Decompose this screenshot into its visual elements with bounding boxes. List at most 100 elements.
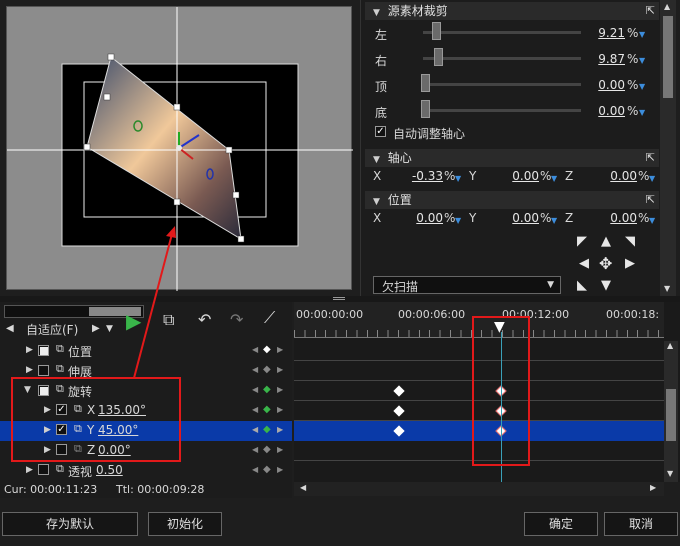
expand-icon[interactable]: ▶ — [26, 345, 33, 355]
crop-right-value[interactable]: 9.87 — [585, 52, 625, 66]
export-icon[interactable]: ⇱ — [646, 191, 655, 209]
arrow-right-icon[interactable]: ▶ — [92, 323, 100, 334]
ok-button[interactable]: 确定 — [524, 512, 598, 536]
chevron-down-icon: ▼ — [547, 280, 554, 290]
auto-pivot-check[interactable]: ✓ — [375, 126, 386, 137]
property-panel[interactable]: ▼ 源素材裁剪 ⇱ 左 9.21 % ▼ 右 9.87 % ▼ 顶 0.00 %… — [360, 0, 660, 296]
direction-pad[interactable]: ◤ ▲ ◥ ◀ ✥ ▶ ◣ ▼ — [575, 234, 645, 296]
property-scrollbar[interactable]: ▲ ▼ — [660, 0, 676, 296]
auto-pivot-checkbox[interactable]: ✓ 自动调整轴心 — [375, 124, 575, 142]
keyframe-track-icon: ⧉ — [56, 362, 64, 375]
spin-arrow-icon[interactable]: ▼ — [455, 216, 461, 225]
save-default-button[interactable]: 存为默认 — [2, 512, 138, 536]
preview-overlay — [7, 7, 353, 291]
spin-arrow-icon[interactable]: ▼ — [639, 82, 645, 91]
position-x-value[interactable]: 0.00 — [387, 211, 443, 225]
spin-arrow-icon[interactable]: ▼ — [551, 174, 557, 183]
crop-bottom-slider[interactable] — [423, 109, 581, 112]
scroll-down-icon[interactable]: ▼ — [664, 284, 670, 293]
section-crop-header[interactable]: ▼ 源素材裁剪 ⇱ — [365, 2, 659, 20]
undo-icon[interactable]: ↶ — [198, 310, 211, 329]
preview-panel[interactable] — [0, 0, 355, 296]
center-icon[interactable]: ✥ — [599, 254, 612, 273]
crop-row-left[interactable]: 左 9.21 % ▼ — [375, 22, 659, 44]
position-y-value[interactable]: 0.00 — [483, 211, 539, 225]
perspective-value[interactable]: 0.50 — [96, 463, 123, 477]
fit-dropdown[interactable]: ◀ 自适应(F) ▶ ▼ — [2, 321, 116, 339]
expand-icon[interactable]: ▶ — [26, 465, 33, 475]
crop-bottom-value[interactable]: 0.00 — [585, 104, 625, 118]
crop-right-thumb[interactable] — [434, 48, 443, 66]
crop-top-slider[interactable] — [423, 83, 581, 86]
next-keyframe-icon[interactable]: ▶ — [277, 345, 283, 354]
arrow-down-left-icon[interactable]: ◣ — [577, 278, 587, 293]
track-row[interactable]: ▶ ⧉ 透视 0.50 ◀ ◆ ▶ — [0, 461, 292, 481]
crop-left-slider[interactable] — [423, 31, 581, 34]
zoom-bar[interactable] — [4, 305, 144, 318]
section-pivot-title: 轴心 — [387, 151, 412, 165]
position-z-value[interactable]: 0.00 — [579, 211, 637, 225]
arrow-left-icon[interactable]: ◀ — [6, 323, 14, 334]
scan-dropdown[interactable]: 欠扫描 ▼ — [373, 276, 561, 294]
graph-icon[interactable]: ⟋ — [264, 308, 275, 328]
timeline-panel[interactable]: 00:00:00:00 00:00:06:00 00:00:12:00 00:0… — [294, 302, 680, 482]
play-button[interactable]: ▶ — [126, 310, 146, 332]
redo-icon[interactable]: ↷ — [230, 310, 243, 329]
spin-arrow-icon[interactable]: ▼ — [639, 108, 645, 117]
chevron-down-icon[interactable]: ▼ — [106, 324, 113, 334]
button-bar: 存为默认 初始化 确定 取消 — [0, 506, 680, 546]
arrow-left-icon[interactable]: ◀ — [579, 256, 589, 271]
track-row[interactable]: ▶ ⧉ 位置 ◀ ◆ ▶ — [0, 341, 292, 361]
arrow-down-icon[interactable]: ▼ — [601, 278, 611, 293]
spin-arrow-icon[interactable]: ▼ — [639, 56, 645, 65]
keyframe-icon[interactable]: ◆ — [263, 424, 271, 435]
fit-label: 自适应(F) — [26, 323, 79, 337]
arrow-right-icon[interactable]: ▶ — [625, 256, 635, 271]
crop-row-top[interactable]: 顶 0.00 % ▼ — [375, 74, 659, 96]
position-xyz-row[interactable]: X 0.00 % ▼ Y 0.00 % ▼ Z 0.00 % ▼ — [373, 210, 659, 230]
spin-arrow-icon[interactable]: ▼ — [551, 216, 557, 225]
spin-arrow-icon[interactable]: ▼ — [639, 30, 645, 39]
crop-right-slider[interactable] — [423, 57, 581, 60]
pivot-x-value[interactable]: -0.33 — [387, 169, 443, 183]
pivot-y-value[interactable]: 0.00 — [483, 169, 539, 183]
timeline-hscroll[interactable]: ◀ ▶ — [294, 482, 664, 496]
crop-top-value[interactable]: 0.00 — [585, 78, 625, 92]
keyframe-icon[interactable]: ◆ — [263, 404, 271, 415]
scroll-thumb[interactable] — [666, 389, 676, 441]
section-pivot-header[interactable]: ▼ 轴心 ⇱ — [365, 149, 659, 167]
export-icon[interactable]: ⇱ — [646, 2, 655, 20]
pivot-xyz-row[interactable]: X -0.33 % ▼ Y 0.00 % ▼ Z 0.00 % ▼ — [373, 168, 659, 188]
spin-arrow-icon[interactable]: ▼ — [455, 174, 461, 183]
arrow-up-right-icon[interactable]: ◥ — [625, 234, 635, 249]
export-icon[interactable]: ⇱ — [646, 149, 655, 167]
track-list-panel[interactable]: ◀ 自适应(F) ▶ ▼ ▶ ⧉ ↶ ↷ ⟋ ▶ ⧉ 位置 ◀ ◆ ▶ ▶ ⧉ … — [0, 302, 292, 482]
scroll-left-icon[interactable]: ◀ — [300, 483, 306, 492]
crop-left-value[interactable]: 9.21 — [585, 26, 625, 40]
section-position-header[interactable]: ▼ 位置 ⇱ — [365, 191, 659, 209]
arrow-up-icon[interactable]: ▲ — [601, 234, 611, 249]
keyframe-icon[interactable]: ◆ — [263, 344, 271, 355]
arrow-up-left-icon[interactable]: ◤ — [577, 234, 587, 249]
preview-canvas[interactable] — [6, 6, 353, 291]
spin-arrow-icon[interactable]: ▼ — [649, 216, 655, 225]
jump-icon[interactable]: ⧉ — [163, 310, 174, 330]
annotation-box-keyframes — [472, 316, 530, 466]
crop-left-thumb[interactable] — [432, 22, 441, 40]
cancel-button[interactable]: 取消 — [604, 512, 678, 536]
initialize-button[interactable]: 初始化 — [148, 512, 222, 536]
scroll-up-icon[interactable]: ▲ — [664, 2, 670, 11]
keyframe-icon[interactable]: ◆ — [263, 384, 271, 395]
scroll-right-icon[interactable]: ▶ — [650, 483, 656, 492]
crop-row-right[interactable]: 右 9.87 % ▼ — [375, 48, 659, 70]
prev-keyframe-icon[interactable]: ◀ — [252, 345, 258, 354]
expand-icon[interactable]: ▶ — [26, 365, 33, 375]
timeline-vscroll[interactable]: ▲ ▼ — [664, 341, 678, 482]
crop-bottom-thumb[interactable] — [421, 100, 430, 118]
spin-arrow-icon[interactable]: ▼ — [649, 174, 655, 183]
pivot-z-value[interactable]: 0.00 — [579, 169, 637, 183]
scroll-thumb[interactable] — [663, 16, 673, 98]
crop-row-bottom[interactable]: 底 0.00 % ▼ — [375, 100, 659, 122]
total-time: Ttl: 00:00:09:28 — [116, 483, 205, 496]
crop-top-thumb[interactable] — [421, 74, 430, 92]
